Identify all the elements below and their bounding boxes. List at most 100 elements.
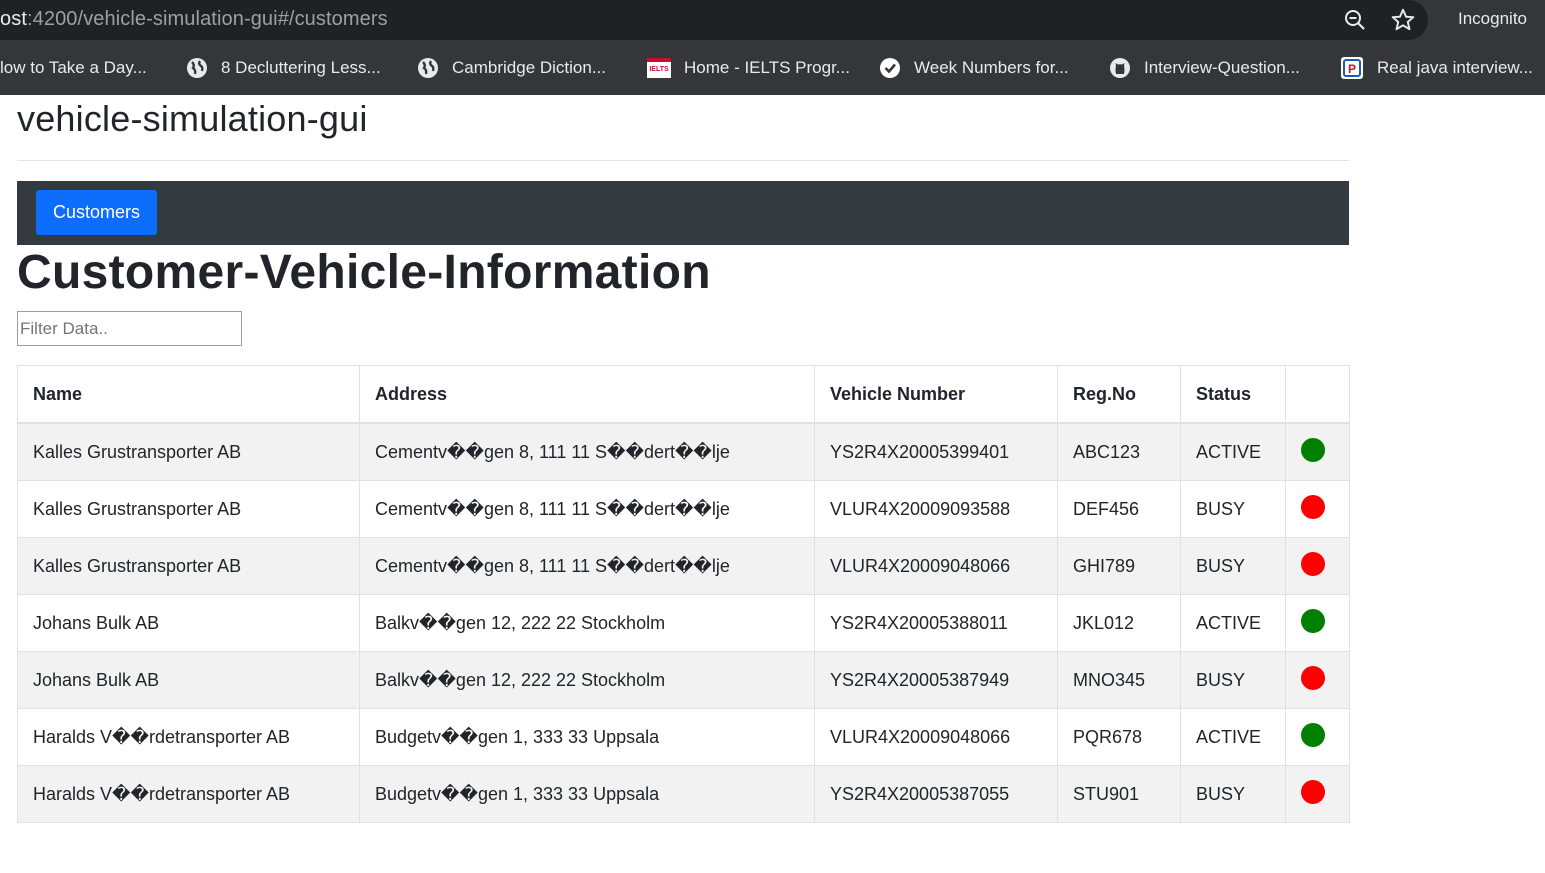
status-dot-icon [1301, 780, 1325, 804]
cell-vehicle-number: YS2R4X20005399401 [814, 422, 1058, 481]
bookmark-label: Week Numbers for... [914, 57, 1069, 77]
table-row[interactable]: Johans Bulk AB Balkv��gen 12, 222 22 Sto… [17, 594, 1350, 652]
cell-name: Kalles Grustransporter AB [17, 480, 360, 538]
customer-vehicle-table: Name Address Vehicle Number Reg.No Statu… [17, 365, 1350, 823]
zoom-icon[interactable] [1343, 8, 1367, 32]
cell-indicator [1285, 537, 1350, 595]
status-dot-icon [1301, 723, 1325, 747]
incognito-label[interactable]: Incognito [1458, 9, 1527, 29]
status-dot-icon [1301, 438, 1325, 462]
table-row[interactable]: Kalles Grustransporter AB Cementv��gen 8… [17, 422, 1350, 481]
cell-name: Johans Bulk AB [17, 594, 360, 652]
cell-vehicle-number: VLUR4X20009048066 [814, 537, 1058, 595]
bookmark-item[interactable]: Cambridge Diction... [417, 40, 606, 95]
cell-name: Johans Bulk AB [17, 651, 360, 709]
navbar: Customers [17, 181, 1349, 245]
browser-toolbar: ost:4200/vehicle-simulation-gui#/custome… [0, 0, 1545, 40]
column-header-status[interactable]: Status [1180, 365, 1286, 424]
cell-address: Balkv��gen 12, 222 22 Stockholm [359, 594, 815, 652]
bookmark-label: Cambridge Diction... [452, 57, 607, 77]
cell-name: Haralds V��rdetransporter AB [17, 708, 360, 766]
cell-vehicle-number: VLUR4X20009093588 [814, 480, 1058, 538]
cell-indicator [1285, 594, 1350, 652]
status-dot-icon [1301, 609, 1325, 633]
cell-reg-no: MNO345 [1057, 651, 1181, 709]
cell-status: BUSY [1180, 651, 1286, 709]
bookmarks-bar: low to Take a Day... 8 Decluttering Less… [0, 40, 1545, 95]
cell-address: Budgetv��gen 1, 333 33 Uppsala [359, 765, 815, 823]
bookmark-item[interactable]: Interview-Question... [1109, 40, 1300, 95]
table-header-row: Name Address Vehicle Number Reg.No Statu… [17, 365, 1350, 424]
bookmark-label: Interview-Question... [1144, 57, 1300, 77]
column-header-vehicle-number[interactable]: Vehicle Number [814, 365, 1058, 424]
divider [17, 160, 1349, 161]
customers-button[interactable]: Customers [36, 190, 157, 235]
cell-indicator [1285, 651, 1350, 709]
bookmark-label: 8 Decluttering Less... [221, 57, 381, 77]
ielts-icon: IELTS [647, 57, 671, 78]
cell-vehicle-number: YS2R4X20005388011 [814, 594, 1058, 652]
cell-reg-no: PQR678 [1057, 708, 1181, 766]
status-dot-icon [1301, 552, 1325, 576]
cell-indicator [1285, 480, 1350, 538]
cell-reg-no: JKL012 [1057, 594, 1181, 652]
status-dot-icon [1301, 495, 1325, 519]
column-header-address[interactable]: Address [359, 365, 815, 424]
globe-icon [418, 57, 438, 78]
filter-input[interactable] [17, 311, 242, 346]
cell-vehicle-number: VLUR4X20009048066 [814, 708, 1058, 766]
url-path: :4200/vehicle-simulation-gui#/customers [26, 8, 388, 30]
cell-status: BUSY [1180, 537, 1286, 595]
table-row[interactable]: Haralds V��rdetransporter AB Budgetv��ge… [17, 765, 1350, 823]
cell-status: ACTIVE [1180, 422, 1286, 481]
check-circle-icon [880, 57, 900, 78]
bookmark-star-icon[interactable] [1390, 7, 1416, 33]
cell-vehicle-number: YS2R4X20005387055 [814, 765, 1058, 823]
cell-address: Balkv��gen 12, 222 22 Stockholm [359, 651, 815, 709]
bookmark-label: Real java interview... [1377, 57, 1533, 77]
bookmark-item[interactable]: IELTS Home - IELTS Progr... [647, 40, 850, 95]
bookmark-label: low to Take a Day... [0, 57, 147, 77]
cell-status: ACTIVE [1180, 594, 1286, 652]
cell-reg-no: GHI789 [1057, 537, 1181, 595]
cell-name: Kalles Grustransporter AB [17, 537, 360, 595]
bookmark-label: Home - IELTS Progr... [684, 57, 850, 77]
svg-text:P: P [1348, 62, 1356, 76]
cell-name: Kalles Grustransporter AB [17, 422, 360, 481]
cell-vehicle-number: YS2R4X20005387949 [814, 651, 1058, 709]
cell-indicator [1285, 708, 1350, 766]
table-row[interactable]: Haralds V��rdetransporter AB Budgetv��ge… [17, 708, 1350, 766]
column-header-name[interactable]: Name [17, 365, 360, 424]
github-icon [1110, 57, 1130, 78]
url-host: ost [0, 8, 27, 30]
globe-icon [187, 57, 207, 78]
column-header-indicator [1285, 365, 1350, 424]
bookmark-item[interactable]: 8 Decluttering Less... [186, 40, 381, 95]
table-row[interactable]: Kalles Grustransporter AB Cementv��gen 8… [17, 480, 1350, 538]
table-row[interactable]: Johans Bulk AB Balkv��gen 12, 222 22 Sto… [17, 651, 1350, 709]
app-title: vehicle-simulation-gui [17, 98, 368, 139]
cell-status: BUSY [1180, 765, 1286, 823]
cell-address: Cementv��gen 8, 111 11 S��dert��lje [359, 480, 815, 538]
bookmark-item[interactable]: Week Numbers for... [879, 40, 1069, 95]
address-bar[interactable]: ost:4200/vehicle-simulation-gui#/custome… [0, 0, 1428, 40]
bookmark-item[interactable]: P Real java interview... [1340, 40, 1533, 95]
cell-indicator [1285, 422, 1350, 481]
cell-reg-no: ABC123 [1057, 422, 1181, 481]
svg-text:IELTS: IELTS [649, 66, 669, 73]
url-text[interactable]: ost:4200/vehicle-simulation-gui#/custome… [0, 8, 388, 31]
cell-indicator [1285, 765, 1350, 823]
status-dot-icon [1301, 666, 1325, 690]
p-icon: P [1341, 56, 1363, 79]
cell-address: Budgetv��gen 1, 333 33 Uppsala [359, 708, 815, 766]
cell-status: ACTIVE [1180, 708, 1286, 766]
page-heading: Customer-Vehicle-Information [17, 246, 711, 299]
bookmark-item[interactable]: low to Take a Day... [0, 40, 147, 95]
table-row[interactable]: Kalles Grustransporter AB Cementv��gen 8… [17, 537, 1350, 595]
cell-status: BUSY [1180, 480, 1286, 538]
cell-reg-no: DEF456 [1057, 480, 1181, 538]
cell-address: Cementv��gen 8, 111 11 S��dert��lje [359, 537, 815, 595]
column-header-reg-no[interactable]: Reg.No [1057, 365, 1181, 424]
cell-address: Cementv��gen 8, 111 11 S��dert��lje [359, 422, 815, 481]
cell-name: Haralds V��rdetransporter AB [17, 765, 360, 823]
